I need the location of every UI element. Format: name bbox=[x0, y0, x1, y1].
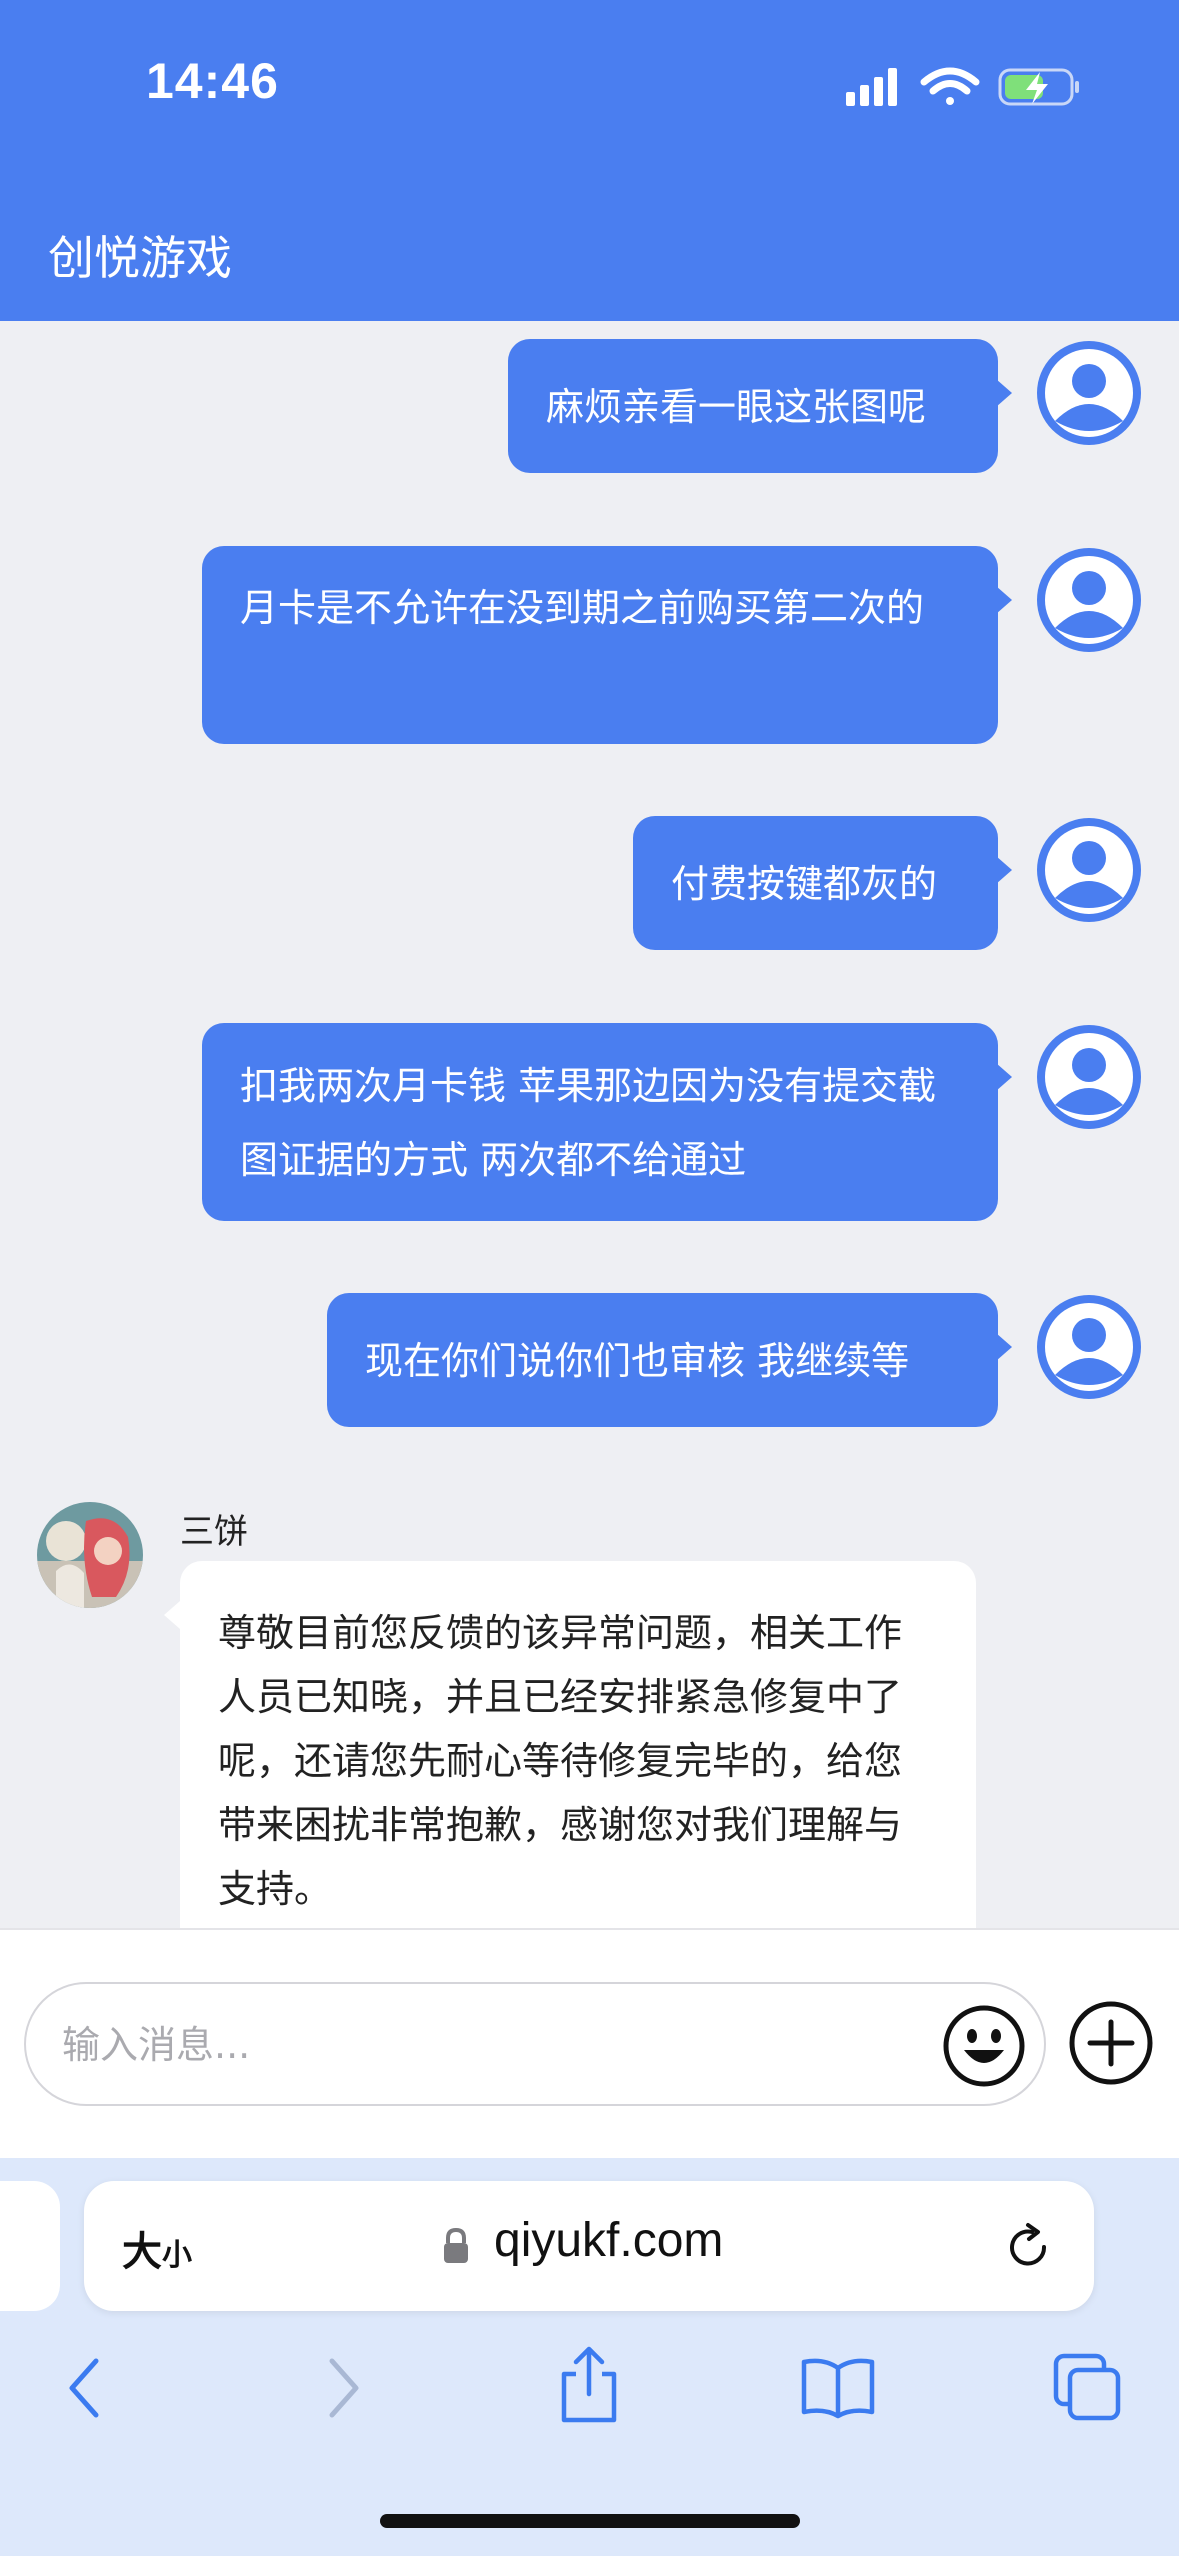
back-icon[interactable] bbox=[62, 2353, 112, 2423]
url-text: qiyukf.com bbox=[494, 2214, 724, 2267]
message-bubble: 尊敬目前您反馈的该异常问题，相关工作人员已知晓，并且已经安排紧急修复中了呢，还请… bbox=[164, 1561, 976, 1928]
chat-area[interactable]: 麻烦亲看一眼这张图呢 月卡是不允许在没到期之前购买第二次的 付费按键都灰的 扣我… bbox=[0, 321, 1179, 1928]
message-bubble: 付费按键都灰的 bbox=[633, 816, 1012, 950]
user-avatar-icon bbox=[1035, 546, 1143, 654]
user-avatar-icon bbox=[1035, 1023, 1143, 1131]
battery-icon bbox=[998, 68, 1079, 106]
browser-toolbar: 大小 qiyukf.com bbox=[0, 2158, 1179, 2556]
tabs-icon[interactable] bbox=[1052, 2352, 1124, 2424]
forward-icon[interactable] bbox=[318, 2353, 368, 2423]
sender-name: 三饼 bbox=[180, 1512, 248, 1552]
message-composer bbox=[0, 1928, 1179, 2160]
message-bubble: 月卡是不允许在没到期之前购买第二次的 bbox=[202, 546, 1012, 744]
user-avatar-icon bbox=[1035, 1293, 1143, 1401]
page-title: 创悦游戏 bbox=[48, 231, 232, 285]
agent-avatar bbox=[36, 1501, 144, 1609]
message-text: 现在你们说你们也审核 我继续等 bbox=[365, 1339, 910, 1383]
app-header: 14:46 创悦游戏 bbox=[0, 0, 1179, 321]
message-input-box[interactable] bbox=[24, 1982, 1046, 2106]
lock-icon bbox=[442, 2227, 470, 2265]
bookmarks-icon[interactable] bbox=[800, 2354, 876, 2420]
status-time: 14:46 bbox=[146, 53, 279, 109]
message-bubble: 麻烦亲看一眼这张图呢 bbox=[508, 339, 1012, 473]
user-avatar-icon bbox=[1035, 339, 1143, 447]
share-icon[interactable] bbox=[556, 2344, 622, 2426]
user-avatar-icon bbox=[1035, 816, 1143, 924]
message-bubble: 扣我两次月卡钱 苹果那边因为没有提交截图证据的方式 两次都不给通过 bbox=[202, 1023, 1012, 1221]
message-text: 扣我两次月卡钱 苹果那边因为没有提交截图证据的方式 两次都不给通过 bbox=[240, 1064, 937, 1182]
wifi-icon bbox=[920, 67, 980, 105]
address-bar[interactable]: 大小 qiyukf.com bbox=[84, 2181, 1094, 2311]
previous-tab[interactable] bbox=[0, 2181, 60, 2311]
message-input[interactable] bbox=[60, 2014, 924, 2076]
status-icons bbox=[840, 62, 1080, 112]
message-text: 付费按键都灰的 bbox=[671, 862, 938, 906]
text-size-large: 大 bbox=[122, 2229, 162, 2275]
text-size-button[interactable]: 大小 bbox=[122, 2219, 192, 2277]
message-bubble: 现在你们说你们也审核 我继续等 bbox=[327, 1293, 1012, 1427]
add-icon[interactable] bbox=[1068, 2000, 1154, 2086]
message-text: 麻烦亲看一眼这张图呢 bbox=[546, 385, 927, 429]
home-indicator bbox=[380, 2514, 800, 2528]
reload-icon[interactable] bbox=[1002, 2221, 1056, 2275]
emoji-icon[interactable] bbox=[942, 2004, 1026, 2088]
message-text: 尊敬目前您反馈的该异常问题，相关工作人员已知晓，并且已经安排紧急修复中了呢，还请… bbox=[218, 1611, 903, 1911]
text-size-small: 小 bbox=[162, 2238, 192, 2273]
signal-icon bbox=[846, 68, 897, 106]
message-text: 月卡是不允许在没到期之前购买第二次的 bbox=[240, 586, 925, 630]
